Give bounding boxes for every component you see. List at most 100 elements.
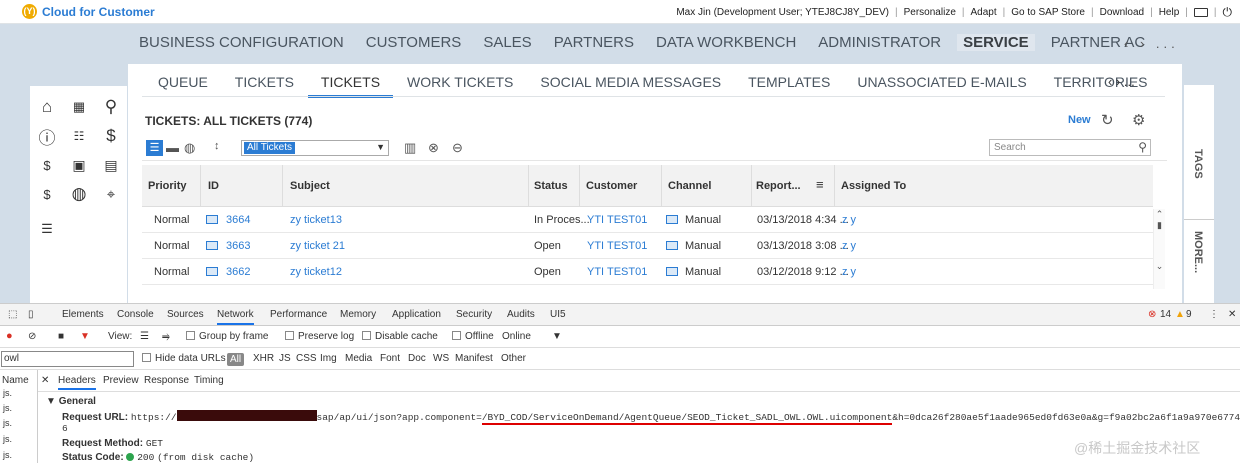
cell-assigned-link[interactable]: z y <box>842 214 856 226</box>
type-font[interactable]: Font <box>380 353 400 364</box>
gear-icon[interactable]: ⚙ <box>1132 111 1145 129</box>
columns-icon[interactable]: ▥ <box>404 140 416 156</box>
more-tab[interactable]: MORE... <box>1192 231 1204 273</box>
close-detail-icon[interactable]: ✕ <box>41 375 49 386</box>
column-reported[interactable]: Report... <box>756 180 801 192</box>
sort-icon[interactable]: ↕ <box>214 140 220 152</box>
type-css[interactable]: CSS <box>296 353 317 364</box>
cell-customer-link[interactable]: YTI TEST01 <box>587 240 647 252</box>
type-xhr[interactable]: XHR <box>253 353 274 364</box>
filter-clear-icon[interactable]: ⊗ <box>428 140 439 156</box>
sap-store-link[interactable]: Go to SAP Store <box>1011 7 1085 18</box>
request-item[interactable]: js. <box>3 418 12 428</box>
type-other[interactable]: Other <box>501 353 526 364</box>
help-link[interactable]: Help <box>1159 7 1180 18</box>
column-priority[interactable]: Priority <box>148 180 187 192</box>
new-button[interactable]: New <box>1068 114 1091 126</box>
cell-customer-link[interactable]: YTI TEST01 <box>587 214 647 226</box>
filter-icon[interactable]: ▼ <box>80 331 90 342</box>
column-id[interactable]: ID <box>208 180 219 192</box>
record-icon[interactable]: ● <box>6 330 13 342</box>
column-customer[interactable]: Customer <box>586 180 637 192</box>
tab-audits[interactable]: Audits <box>507 309 535 320</box>
cell-id-link[interactable]: 3664 <box>226 214 250 226</box>
refresh-icon[interactable]: ↻ <box>1101 111 1114 129</box>
user-name[interactable]: Max Jin (Development User; YTEJ8CJ8Y_DEV… <box>676 7 889 18</box>
name-column-header[interactable]: Name <box>2 375 29 386</box>
people-list-icon[interactable]: ☷ <box>68 125 90 147</box>
cell-subject-link[interactable]: zy ticket13 <box>290 214 342 226</box>
column-filter-icon[interactable]: ≡ <box>816 177 824 192</box>
tab-headers[interactable]: Headers <box>58 375 96 390</box>
nav-service[interactable]: SERVICE <box>957 34 1035 51</box>
tab-sources[interactable]: Sources <box>167 309 204 320</box>
type-img[interactable]: Img <box>320 353 337 364</box>
tab-timing[interactable]: Timing <box>194 375 224 386</box>
throttling-select[interactable]: Online <box>502 331 531 342</box>
chevron-down-icon[interactable]: ▼ <box>552 331 562 342</box>
table-scrollbar[interactable]: ⌃ ▮ ⌄ <box>1153 209 1165 289</box>
nav-administrator[interactable]: ADMINISTRATOR <box>818 34 941 51</box>
type-manifest[interactable]: Manifest <box>455 353 493 364</box>
personalize-link[interactable]: Personalize <box>904 7 956 18</box>
subnav-scroll-arrows[interactable]: ‹ › ... <box>1108 74 1135 89</box>
offline-checkbox[interactable]: Offline <box>452 331 494 342</box>
filter-input[interactable]: owl <box>1 351 134 367</box>
cell-id-link[interactable]: 3663 <box>226 240 250 252</box>
search-input[interactable]: Search ⚲ <box>989 139 1151 156</box>
tab-tickets[interactable]: TICKETS <box>235 74 294 98</box>
type-ws[interactable]: WS <box>433 353 449 364</box>
tab-network[interactable]: Network <box>217 309 254 325</box>
cell-id-link[interactable]: 3662 <box>226 266 250 278</box>
type-media[interactable]: Media <box>345 353 372 364</box>
tab-unassociated-emails[interactable]: UNASSOCIATED E-MAILS <box>857 74 1026 98</box>
alert-icon[interactable]: ⓘ <box>36 125 58 148</box>
home-icon[interactable]: ⌂ <box>36 96 58 118</box>
tab-preview[interactable]: Preview <box>103 375 139 386</box>
list-view-icon[interactable]: ☰ <box>146 140 163 156</box>
type-doc[interactable]: Doc <box>408 353 426 364</box>
request-item[interactable]: js. <box>3 388 12 398</box>
warning-icon[interactable]: ▲ <box>1175 309 1185 320</box>
globe-icon[interactable]: ◍ <box>68 183 90 205</box>
nav-scroll-arrows[interactable]: ‹ › ... <box>1124 36 1179 51</box>
coin-icon[interactable]: $ <box>100 125 122 147</box>
tab-ui5[interactable]: UI5 <box>550 309 566 320</box>
large-rows-icon[interactable]: ☰ <box>140 331 149 342</box>
camera-icon[interactable]: ■ <box>58 331 64 342</box>
preserve-log-checkbox[interactable]: Preserve log <box>285 331 354 342</box>
type-all[interactable]: All <box>227 353 245 366</box>
inspect-icon[interactable]: ⬚ <box>8 309 17 320</box>
tab-tickets-active[interactable]: TICKETS <box>307 74 394 98</box>
hide-data-urls-checkbox[interactable]: Hide data URLs <box>142 353 226 364</box>
column-channel[interactable]: Channel <box>668 180 711 192</box>
adapt-link[interactable]: Adapt <box>971 7 997 18</box>
nav-data-workbench[interactable]: DATA WORKBENCH <box>656 34 796 51</box>
logo[interactable]: (Y) Cloud for Customer <box>22 4 155 19</box>
tags-tab[interactable]: TAGS <box>1192 149 1204 179</box>
list-icon[interactable]: ☰ <box>36 218 58 240</box>
cell-subject-link[interactable]: zy ticket 21 <box>290 240 345 252</box>
search-icon[interactable]: ⚲ <box>100 96 122 118</box>
dollar-sheet-icon[interactable]: $ <box>36 183 58 205</box>
type-js[interactable]: JS <box>279 353 291 364</box>
clipboard-icon[interactable]: ▤ <box>100 154 122 176</box>
tab-console[interactable]: Console <box>117 309 154 320</box>
tab-queue[interactable]: QUEUE <box>158 74 208 98</box>
calendar-icon[interactable]: ▦ <box>68 96 90 118</box>
tab-elements[interactable]: Elements <box>62 309 104 320</box>
window-icon[interactable] <box>1193 8 1208 17</box>
request-item[interactable]: js. <box>3 403 12 413</box>
nav-sales[interactable]: SALES <box>483 34 531 51</box>
zoom-icon[interactable]: ⊖ <box>452 140 463 156</box>
tab-security[interactable]: Security <box>456 309 492 320</box>
download-link[interactable]: Download <box>1100 7 1144 18</box>
nav-partners[interactable]: PARTNERS <box>554 34 634 51</box>
compact-view-icon[interactable]: ▬ <box>166 140 179 155</box>
globe-view-icon[interactable]: ◍ <box>184 140 195 156</box>
column-subject[interactable]: Subject <box>290 180 330 192</box>
search-icon[interactable]: ⚲ <box>1138 140 1147 154</box>
general-section-toggle[interactable]: ▼ General <box>46 396 96 407</box>
more-menu-icon[interactable]: ⋮ <box>1209 309 1219 320</box>
cell-customer-link[interactable]: YTI TEST01 <box>587 266 647 278</box>
